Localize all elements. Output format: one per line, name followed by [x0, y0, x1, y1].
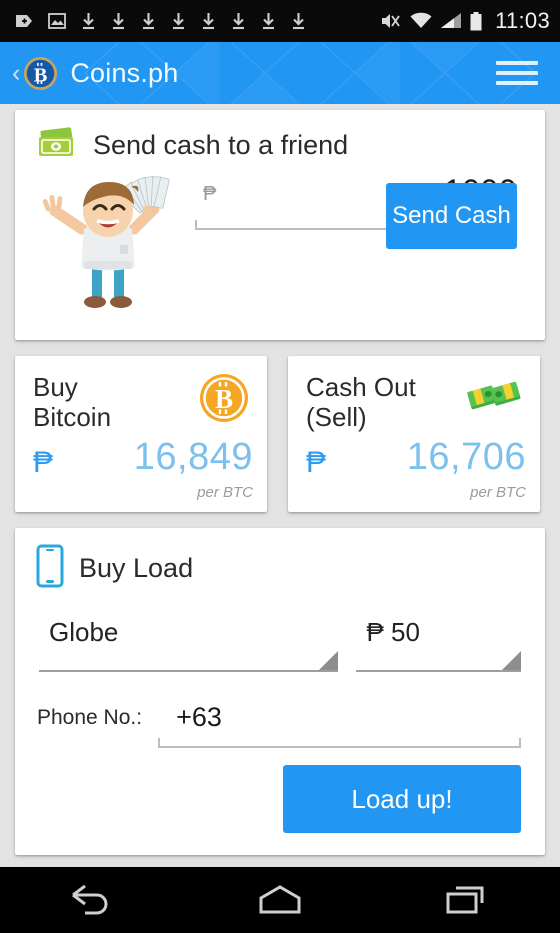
download-icon — [260, 11, 277, 31]
android-navigation-bar — [0, 867, 560, 933]
network-select-value: Globe — [49, 617, 119, 647]
bitcoin-logo-icon[interactable]: B — [23, 56, 58, 91]
chevron-down-icon — [502, 651, 522, 670]
buy-bitcoin-unit: per BTC — [197, 484, 253, 501]
battery-icon — [469, 11, 483, 32]
buy-load-header: Buy Load — [15, 528, 545, 593]
wifi-icon — [409, 11, 433, 31]
send-cash-header: Send cash to a friend — [15, 110, 545, 165]
peso-symbol: ₱ — [33, 446, 54, 479]
download-icon — [80, 11, 97, 31]
download-icon — [200, 11, 217, 31]
buy-bitcoin-card[interactable]: Buy Bitcoin B ₱ 16,849 per BTC — [15, 356, 267, 512]
hamburger-menu-icon[interactable] — [496, 55, 538, 91]
download-icon — [110, 11, 127, 31]
status-bar-system: 11:03 — [379, 8, 550, 34]
cash-out-title-line2: (Sell) — [306, 402, 367, 433]
buy-bitcoin-title-line2: Bitcoin — [33, 402, 112, 433]
buy-bitcoin-title: Buy Bitcoin — [15, 356, 190, 432]
buy-load-title: Buy Load — [79, 553, 194, 583]
signal-icon — [440, 11, 462, 31]
peso-symbol: ₱ — [306, 446, 327, 479]
cash-out-unit: per BTC — [470, 484, 526, 501]
buy-load-card: Buy Load Globe ₱ 50 Phone No.: +63 Load … — [15, 528, 545, 855]
network-select[interactable]: Globe — [39, 613, 339, 680]
download-icon — [170, 11, 187, 31]
phone-number-input[interactable]: +63 — [158, 696, 521, 748]
happy-man-with-cash-illustration — [15, 173, 195, 313]
bitcoin-coin-icon: B — [198, 372, 250, 429]
money-bills-icon — [35, 126, 79, 165]
back-chevron-icon[interactable]: ‹ — [12, 60, 20, 86]
network-select-underline — [39, 651, 339, 672]
cash-out-card[interactable]: Cash Out (Sell) ₱ 16,706 per BTC — [288, 356, 540, 512]
phone-number-row: Phone No.: +63 — [15, 680, 545, 748]
svg-text:B: B — [215, 384, 233, 414]
app-header: ‹ B Coins.ph — [0, 42, 560, 104]
cash-out-value: 16,706 — [406, 436, 526, 478]
page-title: Coins.ph — [70, 57, 179, 88]
back-icon[interactable] — [38, 883, 148, 917]
home-icon[interactable] — [225, 883, 335, 917]
load-amount-underline — [356, 651, 522, 672]
recents-icon[interactable] — [412, 883, 522, 917]
money-bundle-icon — [465, 372, 523, 425]
app-plus-icon — [14, 11, 34, 31]
load-amount-value: ₱ 50 — [366, 617, 420, 647]
cash-out-title: Cash Out (Sell) — [288, 356, 463, 432]
mute-icon — [379, 10, 402, 32]
image-icon — [47, 11, 67, 31]
load-up-button[interactable]: Load up! — [283, 765, 521, 833]
send-cash-title: Send cash to a friend — [93, 130, 349, 160]
phone-number-label: Phone No.: — [37, 706, 143, 729]
buy-bitcoin-title-line1: Buy — [33, 372, 78, 402]
download-icon — [230, 11, 247, 31]
phone-number-value: +63 — [176, 702, 222, 732]
peso-symbol: ₱ — [203, 183, 217, 205]
buy-load-selectors: Globe ₱ 50 — [15, 593, 545, 680]
send-cash-card: Send cash to a friend ₱ Send Cash — [15, 110, 545, 340]
phone-number-underline — [158, 738, 521, 748]
chevron-down-icon — [319, 651, 339, 670]
send-cash-button[interactable]: Send Cash — [386, 183, 517, 249]
phone-screen: 11:03 ‹ B Coins.ph Send cash to a friend… — [0, 0, 560, 933]
clock: 11:03 — [495, 8, 550, 33]
status-bar-notifications — [14, 11, 379, 31]
smartphone-icon — [35, 544, 65, 593]
status-bar: 11:03 — [0, 0, 560, 42]
download-icon — [290, 11, 307, 31]
download-icon — [140, 11, 157, 31]
buy-bitcoin-value: 16,849 — [133, 436, 253, 478]
main-content: Send cash to a friend ₱ Send Cash Buy Bi… — [0, 104, 560, 867]
load-amount-select[interactable]: ₱ 50 — [356, 613, 522, 680]
cash-out-title-line1: Cash Out — [306, 372, 416, 402]
